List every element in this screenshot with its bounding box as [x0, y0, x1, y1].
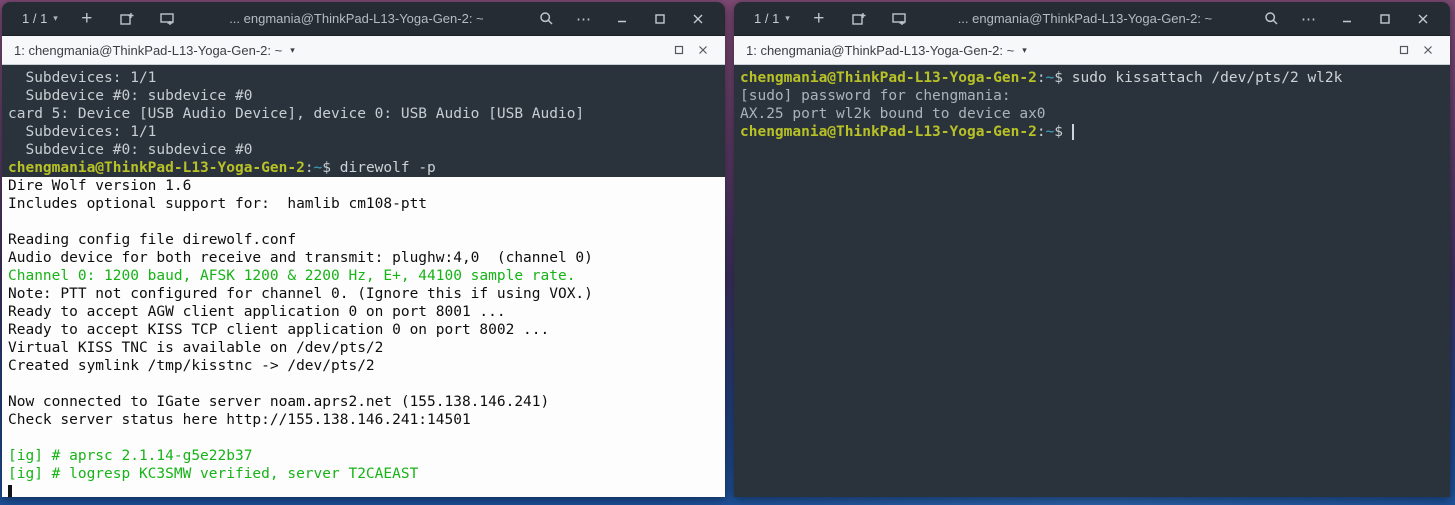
close-button[interactable] — [683, 6, 713, 32]
terminal-line: Audio device for both receive and transm… — [8, 250, 593, 266]
add-terminal-right-icon — [120, 12, 134, 25]
terminal-line: Channel 0: 1200 baud, AFSK 1200 & 2200 H… — [8, 268, 576, 284]
add-terminal-right-icon — [852, 12, 866, 25]
maximize-icon — [1380, 13, 1390, 24]
terminal-line: [sudo] password for chengmania: — [740, 88, 1011, 104]
menu-dots-icon: ⋯ — [1301, 10, 1317, 28]
chevron-down-icon: ▾ — [785, 13, 790, 23]
terminal-line: Virtual KISS TNC is available on /dev/pt… — [8, 340, 384, 356]
terminal-line: chengmania@ThinkPad-L13-Yoga-Gen-2:~$ su… — [740, 70, 1343, 86]
window-title: ... engmania@ThinkPad-L13-Yoga-Gen-2: ~ — [957, 11, 1213, 26]
terminal-output-block-light: Dire Wolf version 1.6 Includes optional s… — [2, 177, 725, 497]
minimize-icon — [1343, 20, 1351, 22]
close-icon — [693, 14, 703, 23]
session-count-label: 1 / 1 — [22, 11, 48, 26]
pane-maximize-icon — [674, 45, 684, 55]
window-title: ... engmania@ThinkPad-L13-Yoga-Gen-2: ~ — [229, 11, 484, 26]
terminal-line: chengmania@ThinkPad-L13-Yoga-Gen-2:~$ — [740, 124, 1074, 140]
terminal-window-direwolf: 1 / 1 ▾ + ... engmania@ThinkPad-L13-Yoga… — [2, 2, 725, 497]
pane-maximize-icon — [1399, 45, 1409, 55]
plus-icon: + — [81, 8, 93, 29]
terminal-line: Subdevice #0: subdevice #0 — [8, 88, 253, 104]
chevron-down-icon: ▾ — [290, 44, 295, 55]
minimize-icon — [618, 20, 626, 22]
menu-button[interactable]: ⋯ — [569, 6, 599, 32]
window-headerbar: 1 / 1 ▾ + ... engmania@ThinkPad-L13-Yoga… — [734, 2, 1450, 36]
terminal-line: [ig] # aprsc 2.1.14-g5e22b37 — [8, 448, 253, 464]
pane-close-button[interactable] — [1416, 39, 1440, 61]
pane-titlebar[interactable]: 1: chengmania@ThinkPad-L13-Yoga-Gen-2: ~… — [734, 36, 1450, 65]
add-terminal-down-button[interactable] — [884, 6, 914, 32]
text-cursor-bar — [1071, 124, 1074, 140]
add-terminal-down-button[interactable] — [152, 6, 182, 32]
terminal-line: card 5: Device [USB Audio Device], devic… — [8, 106, 585, 122]
terminal-line — [2, 483, 725, 497]
terminal-output-block-dark: chengmania@ThinkPad-L13-Yoga-Gen-2:~$ su… — [734, 65, 1450, 497]
minimize-button[interactable] — [607, 6, 637, 32]
session-count-label: 1 / 1 — [754, 11, 780, 26]
search-button[interactable] — [1256, 6, 1286, 32]
terminal-line: Check server status here http://155.138.… — [8, 412, 471, 428]
terminal-line: Subdevices: 1/1 — [8, 70, 157, 86]
terminal-line: chengmania@ThinkPad-L13-Yoga-Gen-2:~$ di… — [8, 160, 436, 176]
add-terminal-right-button[interactable] — [112, 6, 142, 32]
terminal-line: Created symlink /tmp/kisstnc -> /dev/pts… — [8, 358, 375, 374]
menu-button[interactable]: ⋯ — [1294, 6, 1324, 32]
terminal-line: Now connected to IGate server noam.aprs2… — [8, 394, 550, 410]
terminal-line: Ready to accept KISS TCP client applicat… — [8, 322, 550, 338]
terminal-line: Ready to accept AGW client application 0… — [8, 304, 506, 320]
terminal-line: Reading config file direwolf.conf — [8, 232, 297, 248]
terminal-line: AX.25 port wl2k bound to device ax0 — [740, 106, 1046, 122]
maximize-icon — [655, 13, 665, 24]
add-terminal-down-icon — [160, 12, 174, 25]
add-terminal-down-icon — [892, 12, 906, 25]
chevron-down-icon: ▾ — [53, 13, 58, 23]
search-icon — [1264, 12, 1278, 25]
window-headerbar: 1 / 1 ▾ + ... engmania@ThinkPad-L13-Yoga… — [2, 2, 725, 36]
session-indicator[interactable]: 1 / 1 ▾ — [750, 9, 794, 28]
text-cursor-block — [8, 485, 12, 497]
pane-maximize-button[interactable] — [667, 39, 691, 61]
terminal-screen-kissattach[interactable]: chengmania@ThinkPad-L13-Yoga-Gen-2:~$ su… — [734, 65, 1450, 497]
pane-maximize-button[interactable] — [1392, 39, 1416, 61]
search-button[interactable] — [531, 6, 561, 32]
pane-titlebar[interactable]: 1: chengmania@ThinkPad-L13-Yoga-Gen-2: ~… — [2, 36, 725, 65]
pane-title: 1: chengmania@ThinkPad-L13-Yoga-Gen-2: ~ — [746, 42, 1015, 58]
add-terminal-right-button[interactable] — [844, 6, 874, 32]
terminal-screen-direwolf[interactable]: Subdevices: 1/1 Subdevice #0: subdevice … — [2, 65, 725, 497]
new-session-button[interactable]: + — [804, 6, 834, 32]
terminal-output-block-dark: Subdevices: 1/1 Subdevice #0: subdevice … — [2, 65, 725, 177]
terminal-line: Subdevices: 1/1 — [8, 124, 157, 140]
new-session-button[interactable]: + — [72, 6, 102, 32]
search-icon — [539, 12, 553, 25]
minimize-button[interactable] — [1332, 6, 1362, 32]
pane-close-button[interactable] — [691, 39, 715, 61]
close-button[interactable] — [1408, 6, 1438, 32]
terminal-line: [ig] # logresp KC3SMW verified, server T… — [8, 466, 419, 482]
terminal-line: Note: PTT not configured for channel 0. … — [8, 286, 593, 302]
terminal-line: Subdevice #0: subdevice #0 — [8, 142, 253, 158]
terminal-window-kissattach: 1 / 1 ▾ + ... engmania@ThinkPad-L13-Yoga… — [734, 2, 1450, 497]
session-indicator[interactable]: 1 / 1 ▾ — [18, 9, 62, 28]
maximize-button[interactable] — [1370, 6, 1400, 32]
plus-icon: + — [813, 8, 825, 29]
chevron-down-icon: ▾ — [1022, 44, 1027, 55]
pane-title: 1: chengmania@ThinkPad-L13-Yoga-Gen-2: ~ — [14, 42, 283, 58]
pane-close-icon — [699, 46, 707, 54]
maximize-button[interactable] — [645, 6, 675, 32]
close-icon — [1418, 14, 1428, 23]
terminal-line: Includes optional support for: hamlib cm… — [8, 196, 428, 212]
terminal-line: Dire Wolf version 1.6 — [8, 178, 192, 194]
menu-dots-icon: ⋯ — [576, 10, 592, 28]
pane-close-icon — [1424, 46, 1432, 54]
